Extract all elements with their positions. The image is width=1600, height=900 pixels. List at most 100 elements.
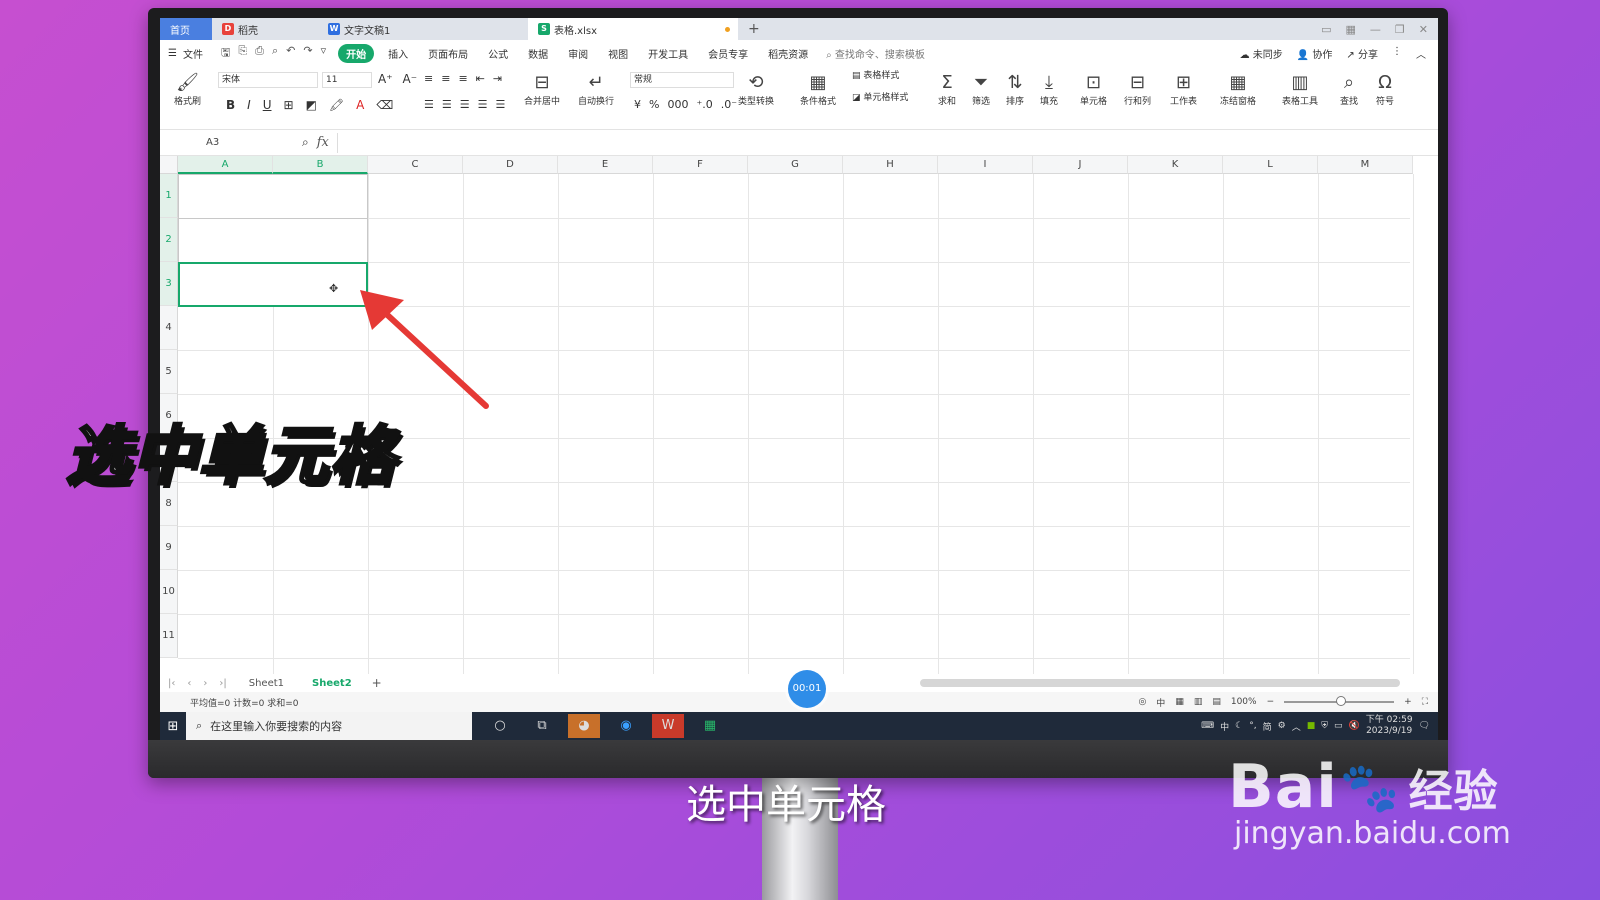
fill-button[interactable]: ⤓ 填充 [1040,72,1058,107]
table-tools-button[interactable]: ▥ 表格工具 [1282,72,1318,107]
command-search[interactable]: ⌕ 查找命令、搜索模板 [818,46,925,61]
distribute-icon[interactable]: ☰ [496,98,506,111]
column-header-e[interactable]: E [558,156,653,174]
preview-icon[interactable]: ⌕ [272,44,278,63]
page-break-view-icon[interactable]: ▤ [1212,697,1221,707]
type-convert-button[interactable]: ⟲ 类型转换 [738,72,774,107]
column-header-a[interactable]: A [178,156,273,174]
last-sheet-icon[interactable]: ›| [219,678,226,689]
tab-daoke[interactable]: D 稻壳 [212,18,318,40]
worksheet-button[interactable]: ⊞ 工作表 [1170,72,1197,107]
table-style-button[interactable]: ▤ 表格样式 [852,68,899,81]
column-header-l[interactable]: L [1223,156,1318,174]
tray-expand-icon[interactable]: ︿ [1292,720,1301,733]
export-icon[interactable]: ⎘ [238,44,247,63]
system-clock[interactable]: 下午 02:59 2023/9/19 [1366,715,1413,737]
row-col-button[interactable]: ⊟ 行和列 [1124,72,1151,107]
menu-review[interactable]: 审阅 [558,46,598,61]
column-header-f[interactable]: F [653,156,748,174]
zoom-icon[interactable]: ⌕ [302,135,309,150]
apps-grid-icon[interactable]: ▦ [1346,23,1356,36]
punctuation-icon[interactable]: °, [1249,721,1256,731]
cortana-icon[interactable]: ○ [484,714,516,738]
column-header-d[interactable]: D [463,156,558,174]
qq-browser-icon[interactable]: ◉ [610,714,642,738]
thousands-icon[interactable]: 000 [667,98,688,111]
menu-data[interactable]: 数据 [518,46,558,61]
row-header-2[interactable]: 2 [160,218,178,262]
column-header-j[interactable]: J [1033,156,1128,174]
volume-mute-icon[interactable]: 🔇 [1349,721,1360,731]
font-name-select[interactable]: 宋体 [218,72,318,88]
share-button[interactable]: ↗ 分享 [1346,46,1378,61]
menu-member[interactable]: 会员专享 [698,46,758,61]
task-view-icon[interactable]: ⧉ [526,714,558,738]
column-header-k[interactable]: K [1128,156,1223,174]
print-icon[interactable]: ⎙ [255,44,264,63]
spreadsheet-app-icon[interactable]: ▦ [694,714,726,738]
normal-view-icon[interactable]: ▦ [1175,697,1184,707]
menu-formula[interactable]: 公式 [478,46,518,61]
align-right-icon[interactable]: ☰ [460,98,470,111]
sheet-tab-sheet1[interactable]: Sheet1 [235,678,298,689]
moon-icon[interactable]: ☾ [1235,721,1243,731]
page-layout-view-icon[interactable]: ▥ [1194,697,1203,707]
cell-style-button[interactable]: ◪ 单元格样式 [852,90,908,103]
decimal-decrease-icon[interactable]: .0⁻ [721,98,737,111]
ime-icon[interactable]: 中 [1156,696,1165,709]
font-size-select[interactable]: 11 [322,72,372,88]
eraser-icon[interactable]: ⌫ [376,98,393,112]
italic-icon[interactable]: I [247,98,251,112]
browser-app-icon[interactable]: ◕ [568,714,600,738]
nvidia-icon[interactable]: ■ [1307,721,1316,731]
sum-button[interactable]: Σ 求和 [938,72,956,107]
indent-decrease-icon[interactable]: ⇤ [476,72,485,85]
eye-protect-icon[interactable]: ◎ [1138,697,1146,707]
percent-icon[interactable]: % [649,98,659,111]
column-header-i[interactable]: I [938,156,1033,174]
zoom-in-icon[interactable]: + [1404,697,1412,707]
conditional-format-button[interactable]: ▦ 条件格式 [800,72,836,107]
row-header-11[interactable]: 11 [160,614,178,658]
new-tab-button[interactable]: + [738,21,770,37]
fx-icon[interactable]: fx [317,135,329,150]
row-header-5[interactable]: 5 [160,350,178,394]
tab-home[interactable]: 首页 [160,18,212,40]
row-header-4[interactable]: 4 [160,306,178,350]
row-header-3[interactable]: 3 [160,262,178,306]
column-header-b[interactable]: B [273,156,368,174]
column-header-g[interactable]: G [748,156,843,174]
more-icon[interactable]: ▿ [321,44,327,63]
column-header-h[interactable]: H [843,156,938,174]
decrease-font-icon[interactable]: A⁻ [403,72,418,86]
taskbar-search[interactable]: ⌕ 在这里输入你要搜索的内容 [186,712,472,740]
zoom-slider-handle[interactable] [1336,696,1347,706]
zoom-out-icon[interactable]: − [1267,697,1275,707]
sync-status[interactable]: ☁ 未同步 [1240,46,1283,61]
tab-writer-doc[interactable]: W 文字文稿1 [318,18,528,40]
more-options-icon[interactable]: ⋮ [1392,46,1402,61]
menu-daoke-resources[interactable]: 稻壳资源 [758,46,818,61]
currency-icon[interactable]: ¥ [634,98,641,111]
fill-color-icon[interactable]: ◩ [306,98,317,112]
align-top-icon[interactable]: ≡ [424,72,433,85]
save-icon[interactable]: 🖫 [221,44,230,63]
add-sheet-button[interactable]: + [366,676,388,690]
active-merged-cell-a3[interactable] [178,262,368,307]
format-painter-button[interactable]: 🖌 格式刷 [174,72,201,107]
horizontal-scrollbar[interactable] [920,679,1400,687]
select-all-corner[interactable] [160,156,178,174]
windows-start-icon[interactable]: ⊞ [160,719,186,734]
settings-icon[interactable]: ⚙ [1278,721,1286,731]
lang-mode[interactable]: 简 [1263,720,1272,733]
menu-start[interactable]: 开始 [338,43,375,63]
tab-spreadsheet[interactable]: S 表格.xlsx [528,18,738,40]
first-sheet-icon[interactable]: |‹ [168,678,175,689]
cell-button[interactable]: ⊡ 单元格 [1080,72,1107,107]
close-icon[interactable]: ✕ [1419,23,1428,36]
sheet-tab-sheet2[interactable]: Sheet2 [298,677,366,689]
number-format-select[interactable]: 常规 [630,72,734,88]
next-sheet-icon[interactable]: › [203,678,207,689]
highlight-icon[interactable]: 🖍 [329,98,344,112]
justify-icon[interactable]: ☰ [478,98,488,111]
